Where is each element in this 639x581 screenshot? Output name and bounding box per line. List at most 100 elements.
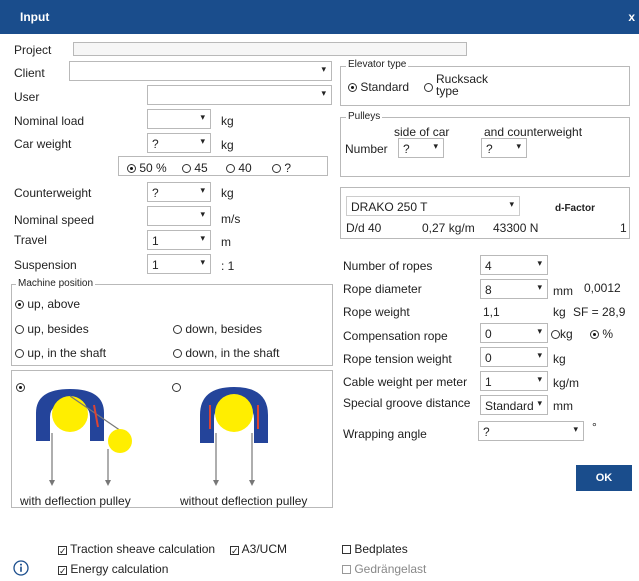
- wrapping-angle-unit: °: [592, 420, 597, 434]
- chevron-down-icon: ▾: [516, 141, 521, 151]
- radio-icon: [551, 330, 560, 339]
- nominal-load-select[interactable]: ▾: [147, 109, 211, 129]
- elevator-type-rucksack-radio[interactable]: [424, 80, 433, 94]
- pulleys-side-of-car: side of car: [394, 125, 450, 139]
- machine-select[interactable]: DRAKO 250 T ▾: [346, 196, 520, 216]
- cable-weight-select[interactable]: 1 ▾: [480, 371, 548, 391]
- nominal-speed-select[interactable]: ▾: [147, 206, 211, 226]
- radio-icon: [15, 325, 24, 334]
- radio-icon: [173, 349, 182, 358]
- compensation-rope-label: Compensation rope: [343, 329, 448, 343]
- close-button[interactable]: x: [628, 10, 635, 24]
- counterweight-select[interactable]: ? ▾: [147, 182, 211, 202]
- compensation-pct-option[interactable]: %: [590, 327, 613, 341]
- number-of-ropes-select[interactable]: 4 ▾: [480, 255, 548, 275]
- car-weight-option-45[interactable]: 45: [182, 161, 208, 175]
- rope-diameter-extra: 0,0012: [584, 281, 621, 295]
- car-weight-option-unknown[interactable]: ?: [272, 161, 291, 175]
- wrapping-angle-select[interactable]: ? ▾: [478, 421, 584, 441]
- chevron-down-icon: ▾: [537, 350, 542, 360]
- radio-icon: [15, 349, 24, 358]
- cable-weight-label: Cable weight per meter: [343, 375, 468, 389]
- chevron-down-icon: ▾: [321, 88, 326, 98]
- elevator-type-rucksack-label: Rucksack type: [436, 72, 489, 98]
- bedplates-checkbox[interactable]: Bedplates: [342, 542, 408, 556]
- pulleys-counterweight-select[interactable]: ? ▾: [481, 138, 527, 158]
- number-of-ropes-label: Number of ropes: [343, 259, 433, 273]
- radio-icon: [424, 83, 433, 92]
- ok-button[interactable]: OK: [576, 465, 632, 491]
- car-weight-options: 50 % 45 40 ?: [118, 156, 328, 176]
- radio-icon: [226, 164, 235, 173]
- radio-icon: [15, 300, 24, 309]
- user-label: User: [14, 90, 40, 104]
- pulleys-legend: Pulleys: [346, 111, 383, 122]
- info-icon[interactable]: [13, 560, 29, 576]
- checkbox-icon: [342, 565, 351, 574]
- without-deflection-radio[interactable]: [172, 380, 181, 394]
- traction-sheave-checkbox[interactable]: ✓ Traction sheave calculation: [58, 542, 215, 556]
- machine-rope-weight: 0,27 kg/m: [422, 221, 475, 235]
- checkbox-checked-icon: ✓: [230, 546, 239, 556]
- with-deflection-radio[interactable]: [16, 380, 25, 394]
- client-label: Client: [14, 66, 45, 80]
- a3-ucm-checkbox[interactable]: ✓ A3/UCM: [230, 542, 287, 556]
- chevron-down-icon: ▾: [537, 374, 542, 384]
- rope-diameter-select[interactable]: 8 ▾: [480, 279, 548, 299]
- rope-diameter-label: Rope diameter: [343, 282, 422, 296]
- rope-tension-weight-label: Rope tension weight: [343, 352, 452, 366]
- deflection-pulley-shape: [108, 429, 132, 453]
- title-bar: Input x: [0, 0, 639, 34]
- radio-icon: [272, 164, 281, 173]
- elevator-type-legend: Elevator type: [346, 59, 409, 70]
- window-title: Input: [20, 10, 50, 24]
- energy-calculation-checkbox[interactable]: ✓ Energy calculation: [58, 562, 168, 576]
- d-factor-label: d-Factor: [555, 203, 595, 214]
- pulleys-car-select[interactable]: ? ▾: [398, 138, 444, 158]
- option-up-above[interactable]: up, above: [15, 297, 80, 311]
- travel-select[interactable]: 1 ▾: [147, 230, 211, 250]
- radio-icon: [16, 383, 25, 392]
- chevron-down-icon: ▾: [200, 209, 205, 219]
- nominal-load-unit: kg: [221, 114, 234, 128]
- car-weight-unit: kg: [221, 138, 234, 152]
- suspension-select[interactable]: 1 ▾: [147, 254, 211, 274]
- checkbox-icon: [342, 545, 351, 554]
- radio-icon: [127, 164, 136, 173]
- rope-tension-weight-unit: kg: [553, 352, 566, 366]
- user-select[interactable]: ▾: [147, 85, 332, 105]
- arrow-down-icon: [213, 480, 219, 486]
- chevron-down-icon: ▾: [321, 64, 326, 74]
- elevator-type-standard[interactable]: Standard: [348, 80, 409, 94]
- travel-label: Travel: [14, 233, 47, 247]
- compensation-kg-option[interactable]: kg: [551, 327, 573, 341]
- gedraengelast-checkbox: Gedrängelast: [342, 562, 426, 576]
- without-deflection-label: without deflection pulley: [180, 494, 308, 508]
- special-groove-unit: mm: [553, 399, 573, 413]
- d-factor-value: 1: [620, 221, 627, 235]
- option-up-in-shaft[interactable]: up, in the shaft: [15, 346, 106, 360]
- arrow-down-icon: [249, 480, 255, 486]
- special-groove-select[interactable]: Standard ▾: [480, 395, 548, 415]
- nominal-speed-unit: m/s: [221, 212, 241, 226]
- option-up-besides[interactable]: up, besides: [15, 322, 89, 336]
- checkbox-checked-icon: ✓: [58, 566, 67, 576]
- car-weight-select[interactable]: ? ▾: [147, 133, 211, 153]
- rope-tension-weight-select[interactable]: 0 ▾: [480, 347, 548, 367]
- pulleys-and-counterweight: and counterweight: [484, 125, 583, 139]
- client-select[interactable]: ▾: [69, 61, 332, 81]
- car-weight-option-50[interactable]: 50 %: [127, 161, 167, 175]
- arrow-down-icon: [49, 480, 55, 486]
- project-label: Project: [14, 43, 52, 57]
- radio-icon: [182, 164, 191, 173]
- rope-diameter-unit: mm: [553, 284, 573, 298]
- option-down-in-shaft[interactable]: down, in the shaft: [173, 346, 279, 360]
- project-field[interactable]: [73, 42, 467, 56]
- chevron-down-icon: ▾: [537, 326, 542, 336]
- car-weight-option-40[interactable]: 40: [226, 161, 252, 175]
- checkbox-checked-icon: ✓: [58, 546, 67, 556]
- option-down-besides[interactable]: down, besides: [173, 322, 262, 336]
- radio-icon: [348, 83, 357, 92]
- compensation-rope-select[interactable]: 0 ▾: [480, 323, 548, 343]
- pulleys-number-label: Number: [345, 142, 388, 156]
